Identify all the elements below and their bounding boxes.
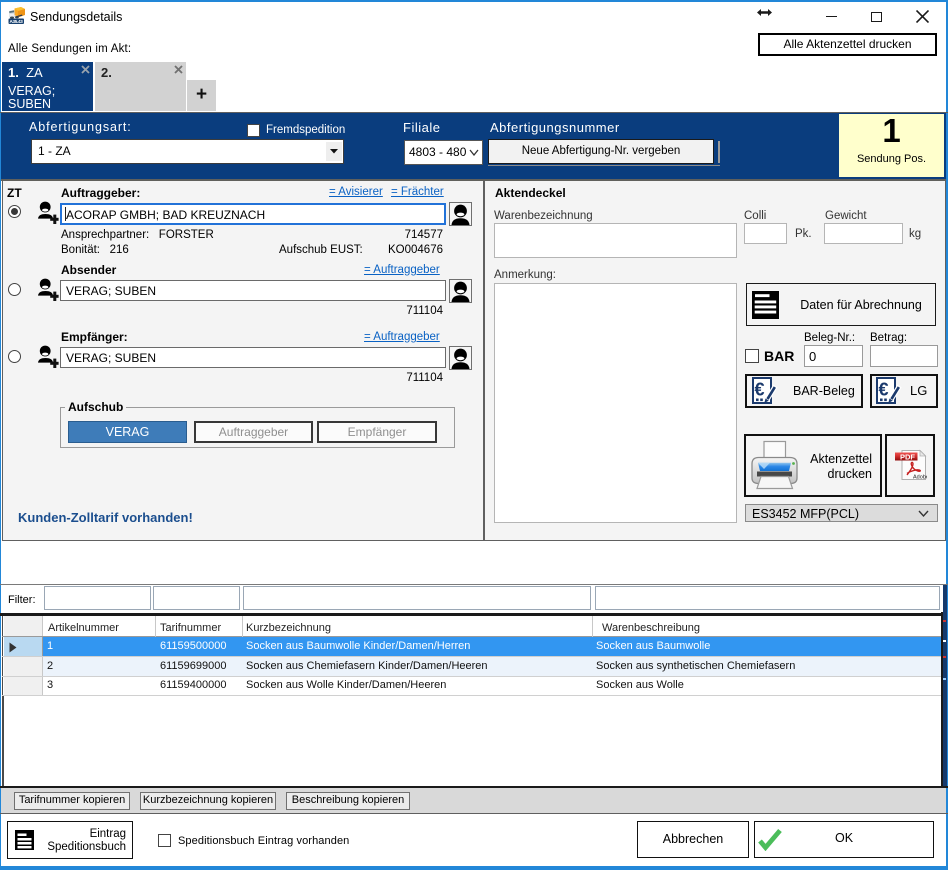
svg-text:A35.43: A35.43 [10,19,24,24]
svg-text:PDF: PDF [900,452,915,461]
svg-text:Adobe: Adobe [913,474,927,480]
